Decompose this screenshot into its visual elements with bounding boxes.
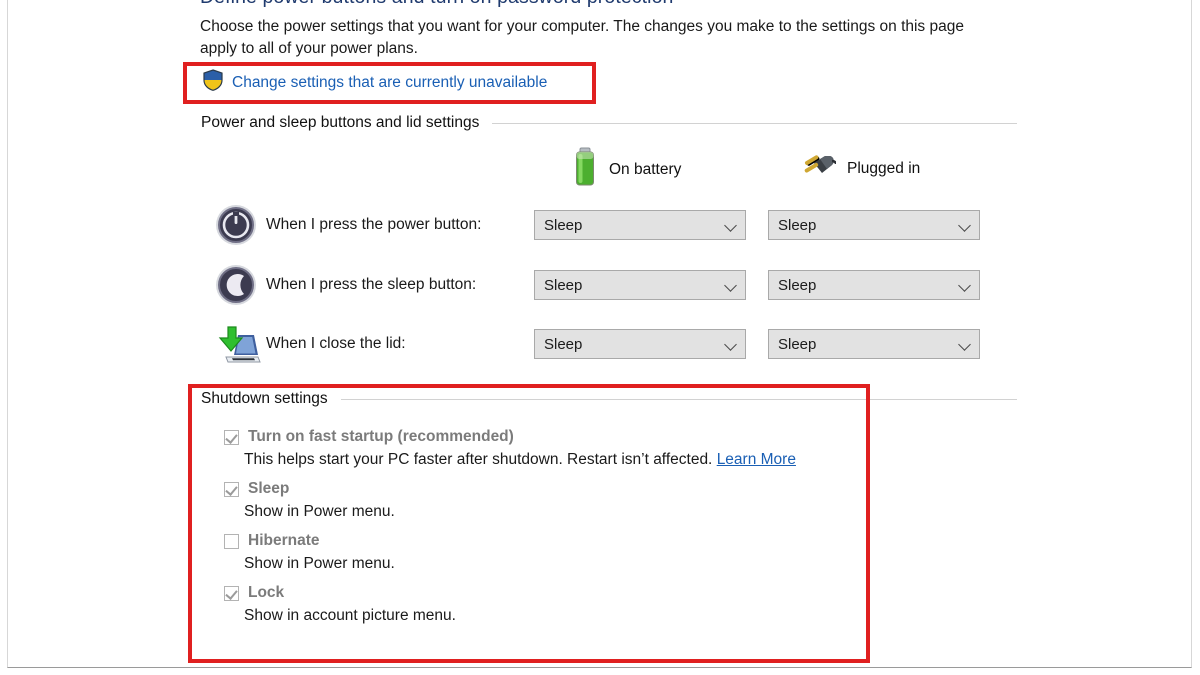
group-rule [492,122,1017,124]
checkbox-row-fast-startup[interactable]: Turn on fast startup (recommended) [224,427,514,446]
group-header-power-label: Power and sleep buttons and lid settings [201,114,480,131]
battery-icon [572,147,598,192]
column-header-plugged-in: Plugged in [790,150,920,187]
checkbox-label-fast-startup: Turn on fast startup (recommended) [248,428,514,445]
description-hibernate: Show in Power menu. [244,555,395,572]
checkbox-hibernate[interactable] [224,534,239,549]
checkbox-sleep[interactable] [224,482,239,497]
chevron-down-icon [959,340,972,348]
shield-icon [203,69,223,96]
dropdown-value: Sleep [544,335,583,353]
checkbox-fast-startup[interactable] [224,430,239,445]
chevron-down-icon [959,281,972,289]
chevron-down-icon [959,221,972,229]
change-settings-link-label[interactable]: Change settings that are currently unava… [232,74,547,92]
group-header-power-and-sleep: Power and sleep buttons and lid settings [201,114,1017,132]
checkbox-row-lock[interactable]: Lock [224,583,284,602]
description-lock: Show in account picture menu. [244,607,456,624]
dropdown-value: Sleep [778,335,817,353]
checkbox-label-sleep: Sleep [248,480,290,497]
description-text: This helps start your PC faster after sh… [244,451,717,468]
checkbox-row-hibernate[interactable]: Hibernate [224,531,320,550]
checkbox-row-sleep[interactable]: Sleep [224,479,289,498]
checkbox-label-hibernate: Hibernate [248,532,320,549]
power-button-icon [214,203,266,247]
laptop-lid-icon [214,321,266,367]
setting-row-power-button: When I press the power button: Sleep Sle… [214,202,1004,248]
checkbox-label-lock: Lock [248,584,285,601]
setting-row-sleep-button: When I press the sleep button: Sleep Sle… [214,262,1004,308]
chevron-down-icon [725,221,738,229]
setting-label-sleep-button: When I press the sleep button: [266,276,477,293]
dropdown-value: Sleep [544,276,583,294]
group-rule [340,398,1017,400]
checkbox-lock[interactable] [224,586,239,601]
power-plug-icon [790,150,838,187]
sleep-moon-icon [214,263,266,307]
power-options-page: Define power buttons and turn on passwor… [0,0,1200,675]
column-header-on-battery: On battery [572,147,681,192]
intro-paragraph: Choose the power settings that you want … [200,18,964,57]
learn-more-link[interactable]: Learn More [717,451,796,468]
column-header-on-battery-label: On battery [609,160,682,178]
dropdown-sleep-button-on-battery[interactable]: Sleep [534,270,746,300]
description-fast-startup: This helps start your PC faster after sh… [244,451,796,469]
dropdown-power-button-plugged-in[interactable]: Sleep [768,210,980,240]
setting-label-power-button: When I press the power button: [266,216,482,233]
group-header-shutdown-label: Shutdown settings [201,390,328,407]
change-settings-link-row[interactable]: Change settings that are currently unava… [203,69,547,96]
column-header-plugged-in-label: Plugged in [847,159,921,177]
dropdown-value: Sleep [778,276,817,294]
chevron-down-icon [725,340,738,348]
dropdown-close-lid-on-battery[interactable]: Sleep [534,329,746,359]
page-title: Define power buttons and turn on passwor… [200,0,674,9]
setting-row-close-lid: When I close the lid: Sleep Sleep [214,321,1004,367]
description-sleep: Show in Power menu. [244,503,395,520]
dropdown-value: Sleep [544,216,583,234]
group-header-shutdown-settings: Shutdown settings [201,390,1017,408]
dropdown-power-button-on-battery[interactable]: Sleep [534,210,746,240]
dropdown-sleep-button-plugged-in[interactable]: Sleep [768,270,980,300]
setting-label-close-lid: When I close the lid: [266,335,406,352]
dropdown-close-lid-plugged-in[interactable]: Sleep [768,329,980,359]
chevron-down-icon [725,281,738,289]
dropdown-value: Sleep [778,216,817,234]
